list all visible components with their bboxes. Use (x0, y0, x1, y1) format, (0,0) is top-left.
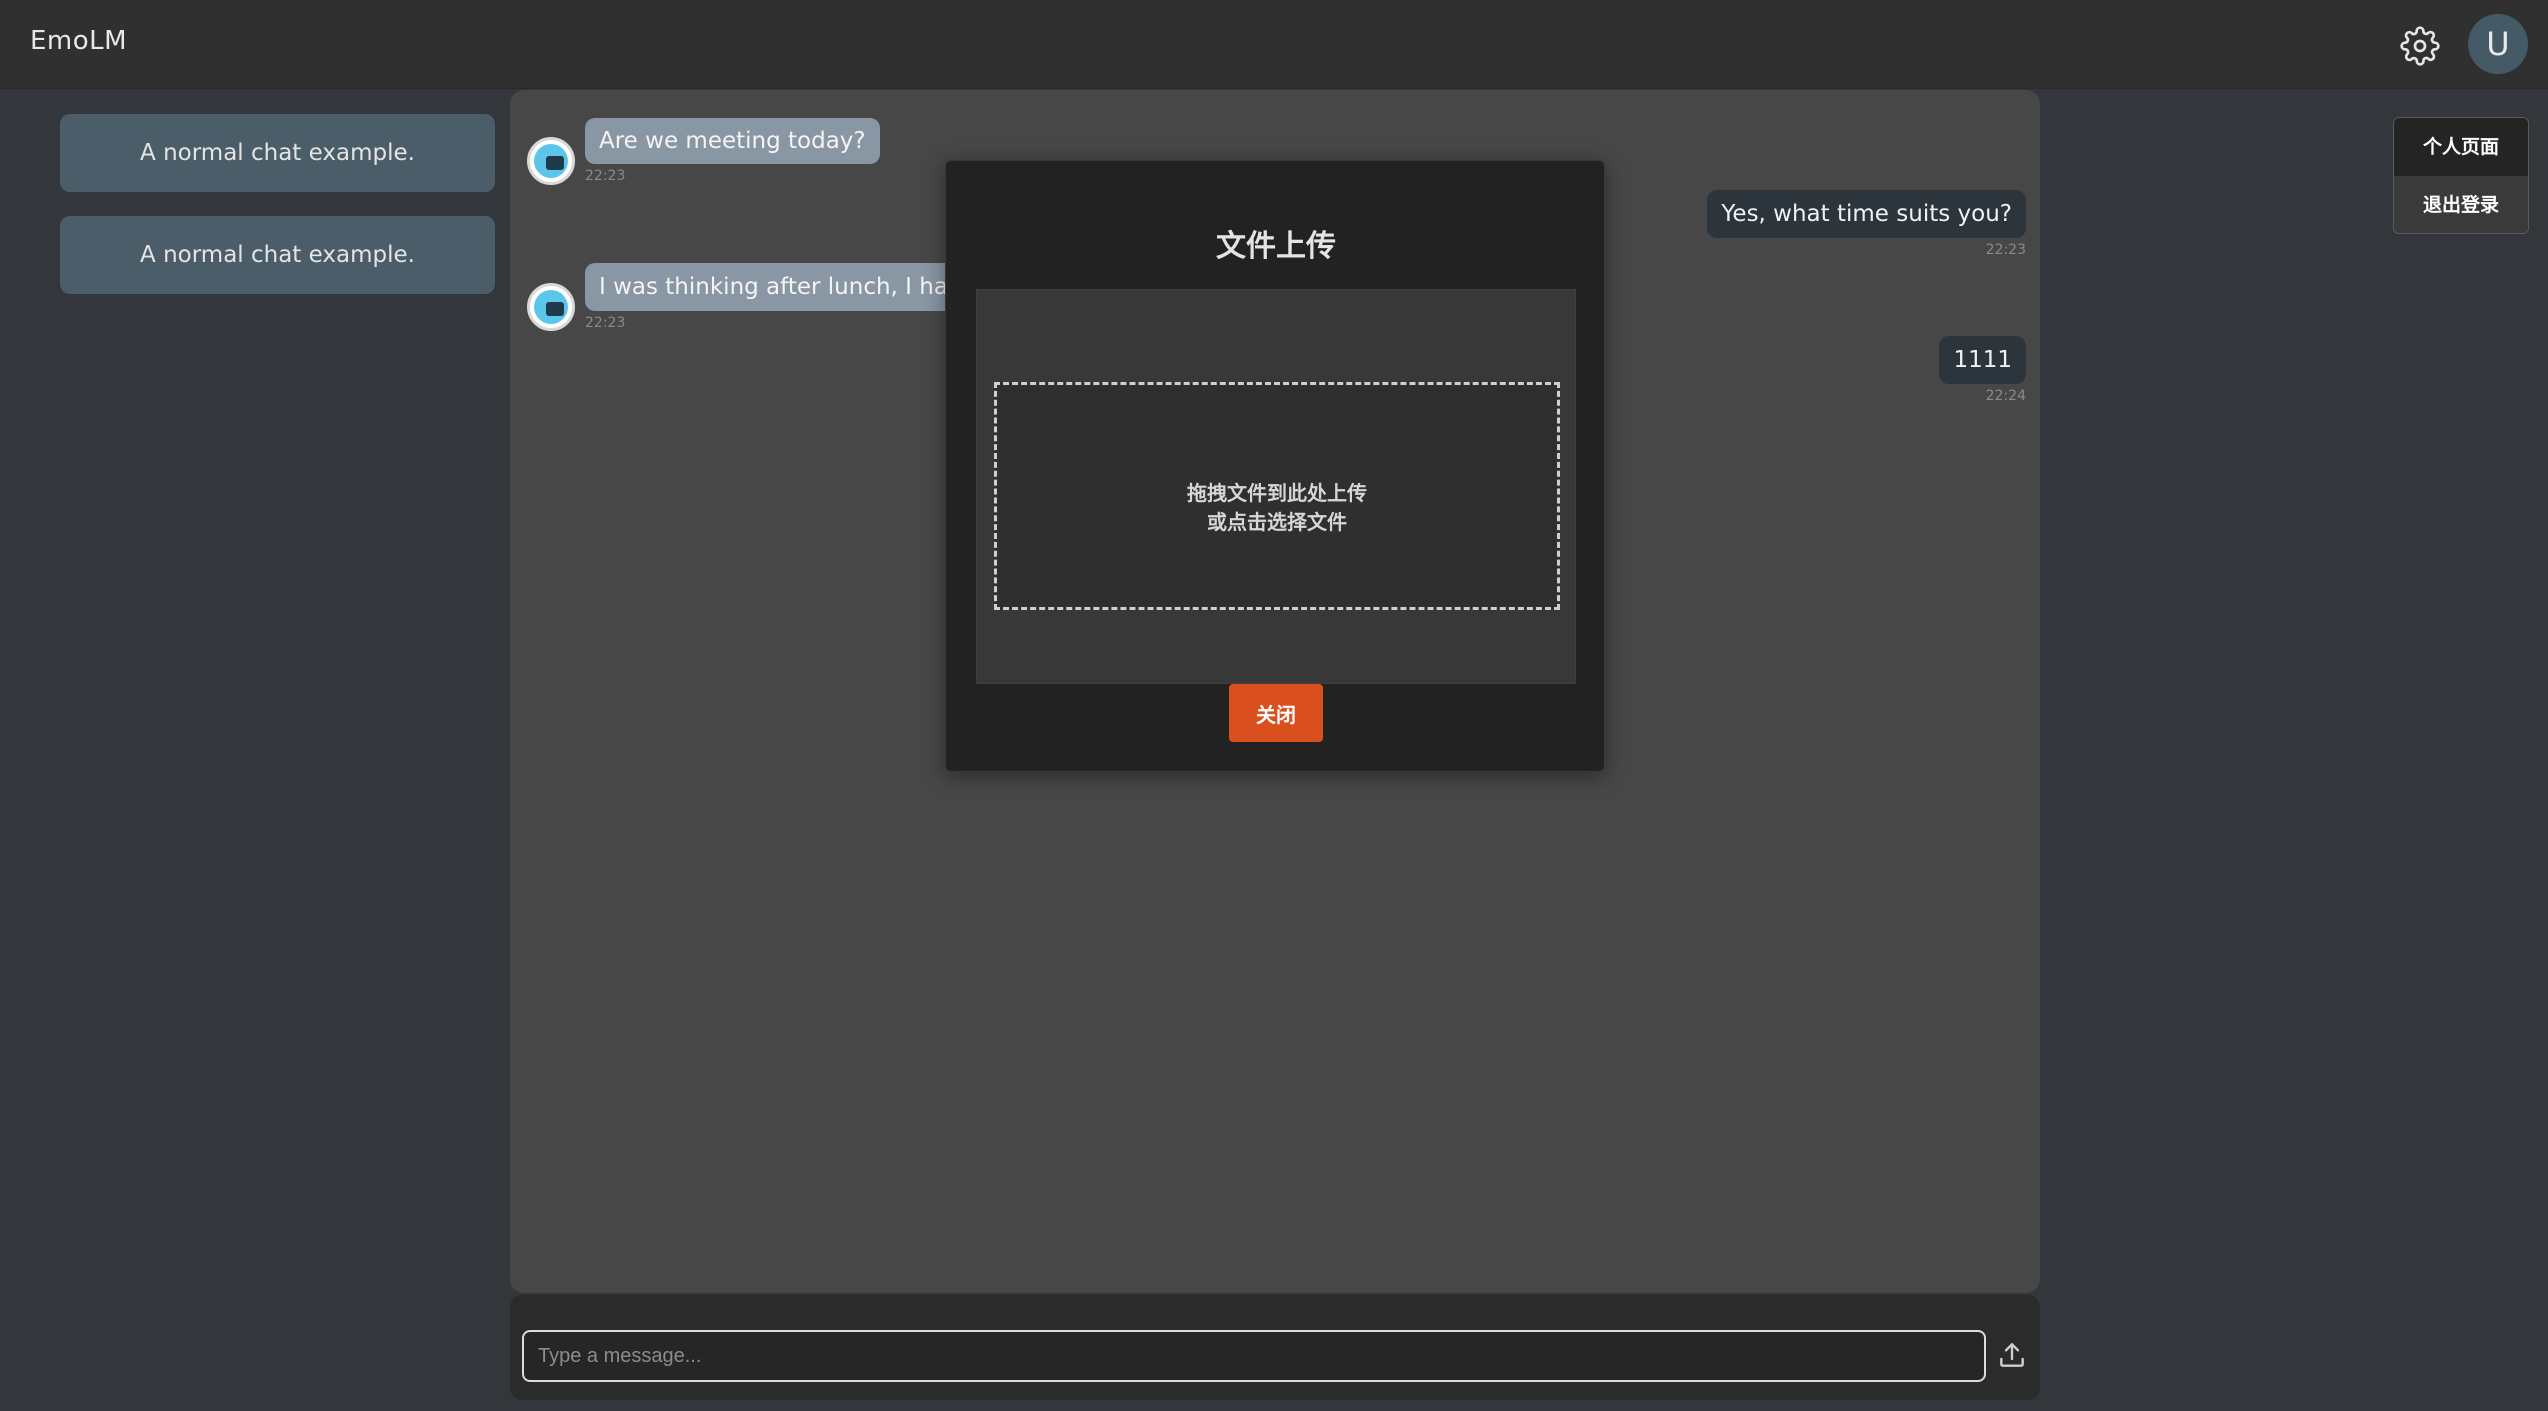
dropzone-text-select: 或点击选择文件 (1207, 510, 1347, 534)
upload-icon[interactable] (1996, 1339, 2028, 1371)
gear-icon[interactable] (2400, 26, 2440, 66)
message-timestamp: 22:24 (1985, 388, 2026, 404)
top-bar: EmoLM U (0, 0, 2548, 89)
bot-avatar (527, 283, 575, 331)
message-timestamp: 22:23 (585, 315, 626, 331)
user-message-bubble: Yes, what time suits you? (1707, 190, 2026, 238)
modal-title: 文件上传 (1216, 229, 1336, 264)
upload-area: 拖拽文件到此处上传 或点击选择文件 (976, 289, 1576, 684)
bot-avatar (527, 137, 575, 185)
file-upload-modal: 文件上传 拖拽文件到此处上传 或点击选择文件 关闭 (945, 160, 1605, 772)
menu-item-profile[interactable]: 个人页面 (2394, 118, 2528, 176)
composer (510, 1295, 2040, 1400)
file-dropzone[interactable]: 拖拽文件到此处上传 或点击选择文件 (994, 382, 1560, 610)
user-message-bubble: 1111 (1939, 336, 2026, 384)
sidebar-chat-item[interactable]: A normal chat example. (60, 216, 495, 294)
app-title: EmoLM (30, 26, 128, 56)
close-button[interactable]: 关闭 (1229, 684, 1323, 742)
message-timestamp: 22:23 (585, 168, 626, 184)
message-timestamp: 22:23 (1985, 242, 2026, 258)
message-input[interactable] (522, 1330, 1986, 1382)
dropzone-text-drag: 拖拽文件到此处上传 (1187, 481, 1367, 505)
user-menu: 个人页面 退出登录 (2393, 117, 2529, 234)
sidebar-chat-item[interactable]: A normal chat example. (60, 114, 495, 192)
user-avatar[interactable]: U (2468, 14, 2528, 74)
bot-message-bubble: Are we meeting today? (585, 118, 880, 164)
menu-item-logout[interactable]: 退出登录 (2394, 176, 2528, 233)
